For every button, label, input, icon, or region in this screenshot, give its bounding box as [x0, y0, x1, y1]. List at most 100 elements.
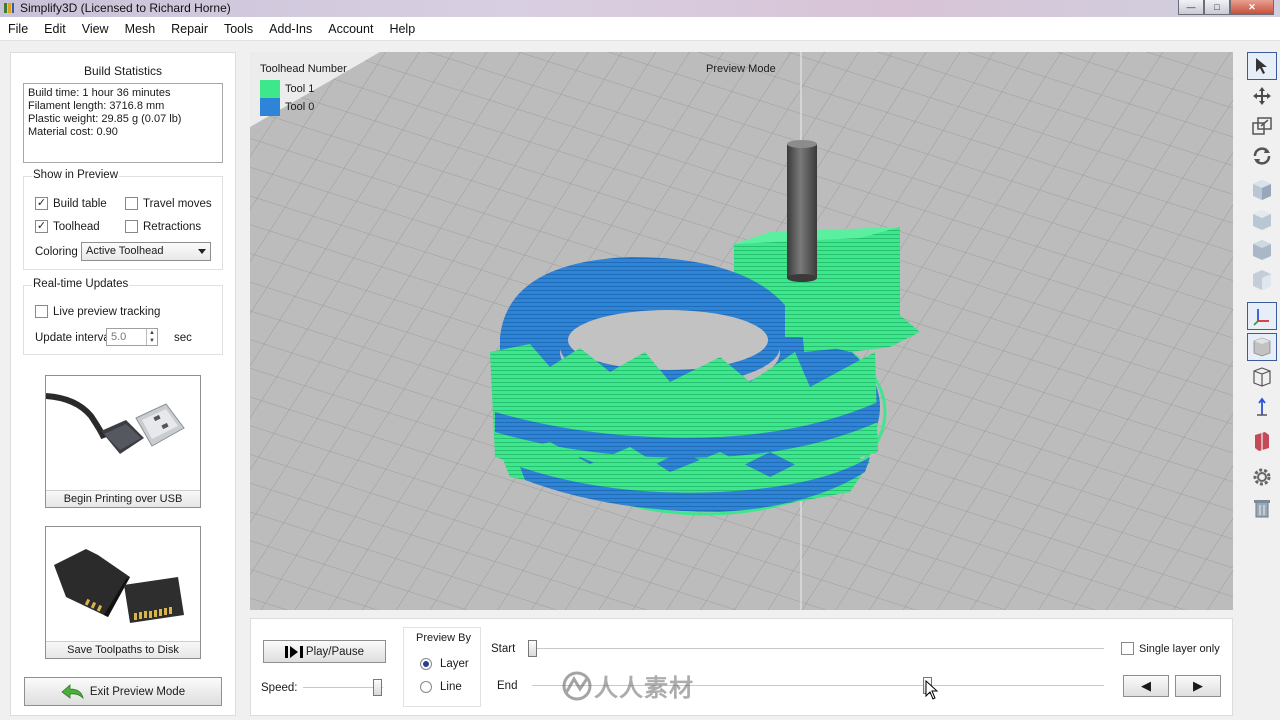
- begin-printing-usb-label: Begin Printing over USB: [46, 490, 200, 507]
- settings-gear-icon: [1253, 468, 1271, 486]
- cross-section-button[interactable]: [1247, 427, 1277, 455]
- spinner-arrows-icon[interactable]: ▲ ▼: [146, 329, 157, 345]
- sd-card-icon: [54, 549, 184, 623]
- side-view-icon: [1253, 270, 1271, 290]
- layer-radio[interactable]: [420, 658, 432, 670]
- save-toolpaths-button[interactable]: Save Toolpaths to Disk: [45, 526, 201, 659]
- minimize-button[interactable]: —: [1178, 0, 1204, 15]
- right-toolbar: [1244, 52, 1280, 522]
- update-interval-unit: sec: [174, 332, 192, 344]
- single-layer-option[interactable]: Single layer only: [1121, 642, 1220, 655]
- menu-view[interactable]: View: [82, 22, 109, 36]
- travel-moves-checkbox[interactable]: [125, 197, 138, 210]
- mouse-cursor-icon: [925, 680, 939, 700]
- preview-by-group: Preview By Layer Line: [403, 627, 481, 707]
- preview-scene: [250, 52, 1233, 610]
- scale-icon: [1252, 117, 1272, 135]
- menu-mesh[interactable]: Mesh: [125, 22, 156, 36]
- select-arrow-icon: [1256, 58, 1267, 74]
- window-title: Simplify3D (Licensed to Richard Horne): [20, 1, 231, 15]
- toolhead-checkbox[interactable]: ✓: [35, 220, 48, 233]
- begin-printing-usb-button[interactable]: Begin Printing over USB: [45, 375, 201, 508]
- trash-icon: [1254, 500, 1270, 518]
- watermark: 人人素材: [560, 668, 694, 703]
- plastic-weight: Plastic weight: 29.85 g (0.07 lb): [28, 113, 182, 125]
- build-statistics-title: Build Statistics: [83, 64, 163, 78]
- speed-label: Speed:: [261, 682, 298, 694]
- menu-repair[interactable]: Repair: [171, 22, 208, 36]
- live-preview-label: Live preview tracking: [53, 305, 161, 318]
- update-interval-input[interactable]: 5.0 ▲ ▼: [106, 328, 158, 346]
- menu-file[interactable]: File: [8, 22, 28, 36]
- coloring-label: Coloring: [35, 246, 78, 258]
- window-controls: — □ ✕: [1178, 0, 1274, 15]
- menu-edit[interactable]: Edit: [44, 22, 66, 36]
- menu-help[interactable]: Help: [389, 22, 415, 36]
- coloring-select[interactable]: Active Toolhead: [81, 242, 211, 261]
- start-slider-track[interactable]: [532, 648, 1104, 650]
- solid-view-icon: [1253, 337, 1271, 357]
- side-view-button[interactable]: [1247, 266, 1277, 294]
- back-arrow-icon: [61, 683, 84, 699]
- start-label: Start: [491, 643, 516, 655]
- close-button[interactable]: ✕: [1230, 0, 1274, 15]
- line-label: Line: [440, 681, 462, 693]
- normals-view-button[interactable]: [1247, 393, 1277, 421]
- update-interval-value: 5.0: [111, 331, 127, 343]
- iso-view-button[interactable]: [1247, 176, 1277, 204]
- build-table-option[interactable]: ✓ Build table: [35, 197, 107, 210]
- single-layer-checkbox[interactable]: [1121, 642, 1134, 655]
- select-tool-button[interactable]: [1247, 52, 1277, 80]
- preview-by-line-option[interactable]: Line: [420, 681, 462, 693]
- legend-swatch-tool-0: [260, 98, 280, 116]
- rotate-tool-button[interactable]: [1247, 142, 1277, 170]
- delete-button[interactable]: [1247, 494, 1277, 522]
- filament-length: Filament length: 3716.8 mm: [28, 100, 165, 112]
- build-table-checkbox[interactable]: ✓: [35, 197, 48, 210]
- legend-item-tool-0: Tool 0: [260, 98, 314, 116]
- play-pause-button[interactable]: Play/Pause: [263, 640, 386, 663]
- next-layer-button[interactable]: ▶: [1175, 675, 1221, 697]
- front-view-button[interactable]: [1247, 206, 1277, 234]
- app-icon: [4, 3, 14, 13]
- speed-slider-track[interactable]: [303, 687, 383, 689]
- update-interval-label: Update interval: [35, 332, 113, 344]
- axes-icon: [1253, 309, 1269, 326]
- rotate-icon: [1253, 147, 1271, 165]
- maximize-button[interactable]: □: [1204, 0, 1230, 15]
- speed-slider-thumb[interactable]: [373, 679, 383, 696]
- show-axes-button[interactable]: [1247, 302, 1277, 330]
- build-statistics-box: Build time: 1 hour 36 minutes Filament l…: [23, 83, 223, 163]
- coloring-value: Active Toolhead: [86, 245, 164, 257]
- legend-item-tool-1: Tool 1: [260, 80, 314, 98]
- menu-tools[interactable]: Tools: [224, 22, 253, 36]
- top-view-button[interactable]: [1247, 236, 1277, 264]
- watermark-text: 人人素材: [594, 675, 694, 702]
- toolhead-option[interactable]: ✓ Toolhead: [35, 220, 100, 233]
- live-preview-option[interactable]: Live preview tracking: [35, 305, 160, 318]
- usb-cable-icon: [45, 393, 185, 454]
- normals-icon: [1257, 397, 1267, 416]
- scale-tool-button[interactable]: [1247, 112, 1277, 140]
- legend-title: Toolhead Number: [260, 63, 347, 75]
- previous-layer-button[interactable]: ◀: [1123, 675, 1169, 697]
- chevron-down-icon: [198, 249, 206, 254]
- move-tool-button[interactable]: [1247, 82, 1277, 110]
- live-preview-checkbox[interactable]: [35, 305, 48, 318]
- preview-by-layer-option[interactable]: Layer: [420, 658, 469, 670]
- line-radio[interactable]: [420, 681, 432, 693]
- menu-account[interactable]: Account: [328, 22, 373, 36]
- travel-moves-option[interactable]: Travel moves: [125, 197, 212, 210]
- show-in-preview-title: Show in Preview: [32, 169, 120, 181]
- settings-button[interactable]: [1247, 463, 1277, 491]
- retractions-checkbox[interactable]: [125, 220, 138, 233]
- realtime-updates-group: Real-time Updates Live preview tracking …: [23, 278, 223, 355]
- retractions-label: Retractions: [143, 220, 202, 233]
- preview-viewport[interactable]: Toolhead Number Tool 1 Tool 0 Preview Mo…: [250, 52, 1233, 610]
- exit-preview-button[interactable]: Exit Preview Mode: [24, 677, 222, 706]
- wireframe-view-button[interactable]: [1247, 363, 1277, 391]
- solid-view-button[interactable]: [1247, 333, 1277, 361]
- start-slider-thumb[interactable]: [528, 640, 537, 657]
- menu-add-ins[interactable]: Add-Ins: [269, 22, 312, 36]
- retractions-option[interactable]: Retractions: [125, 220, 201, 233]
